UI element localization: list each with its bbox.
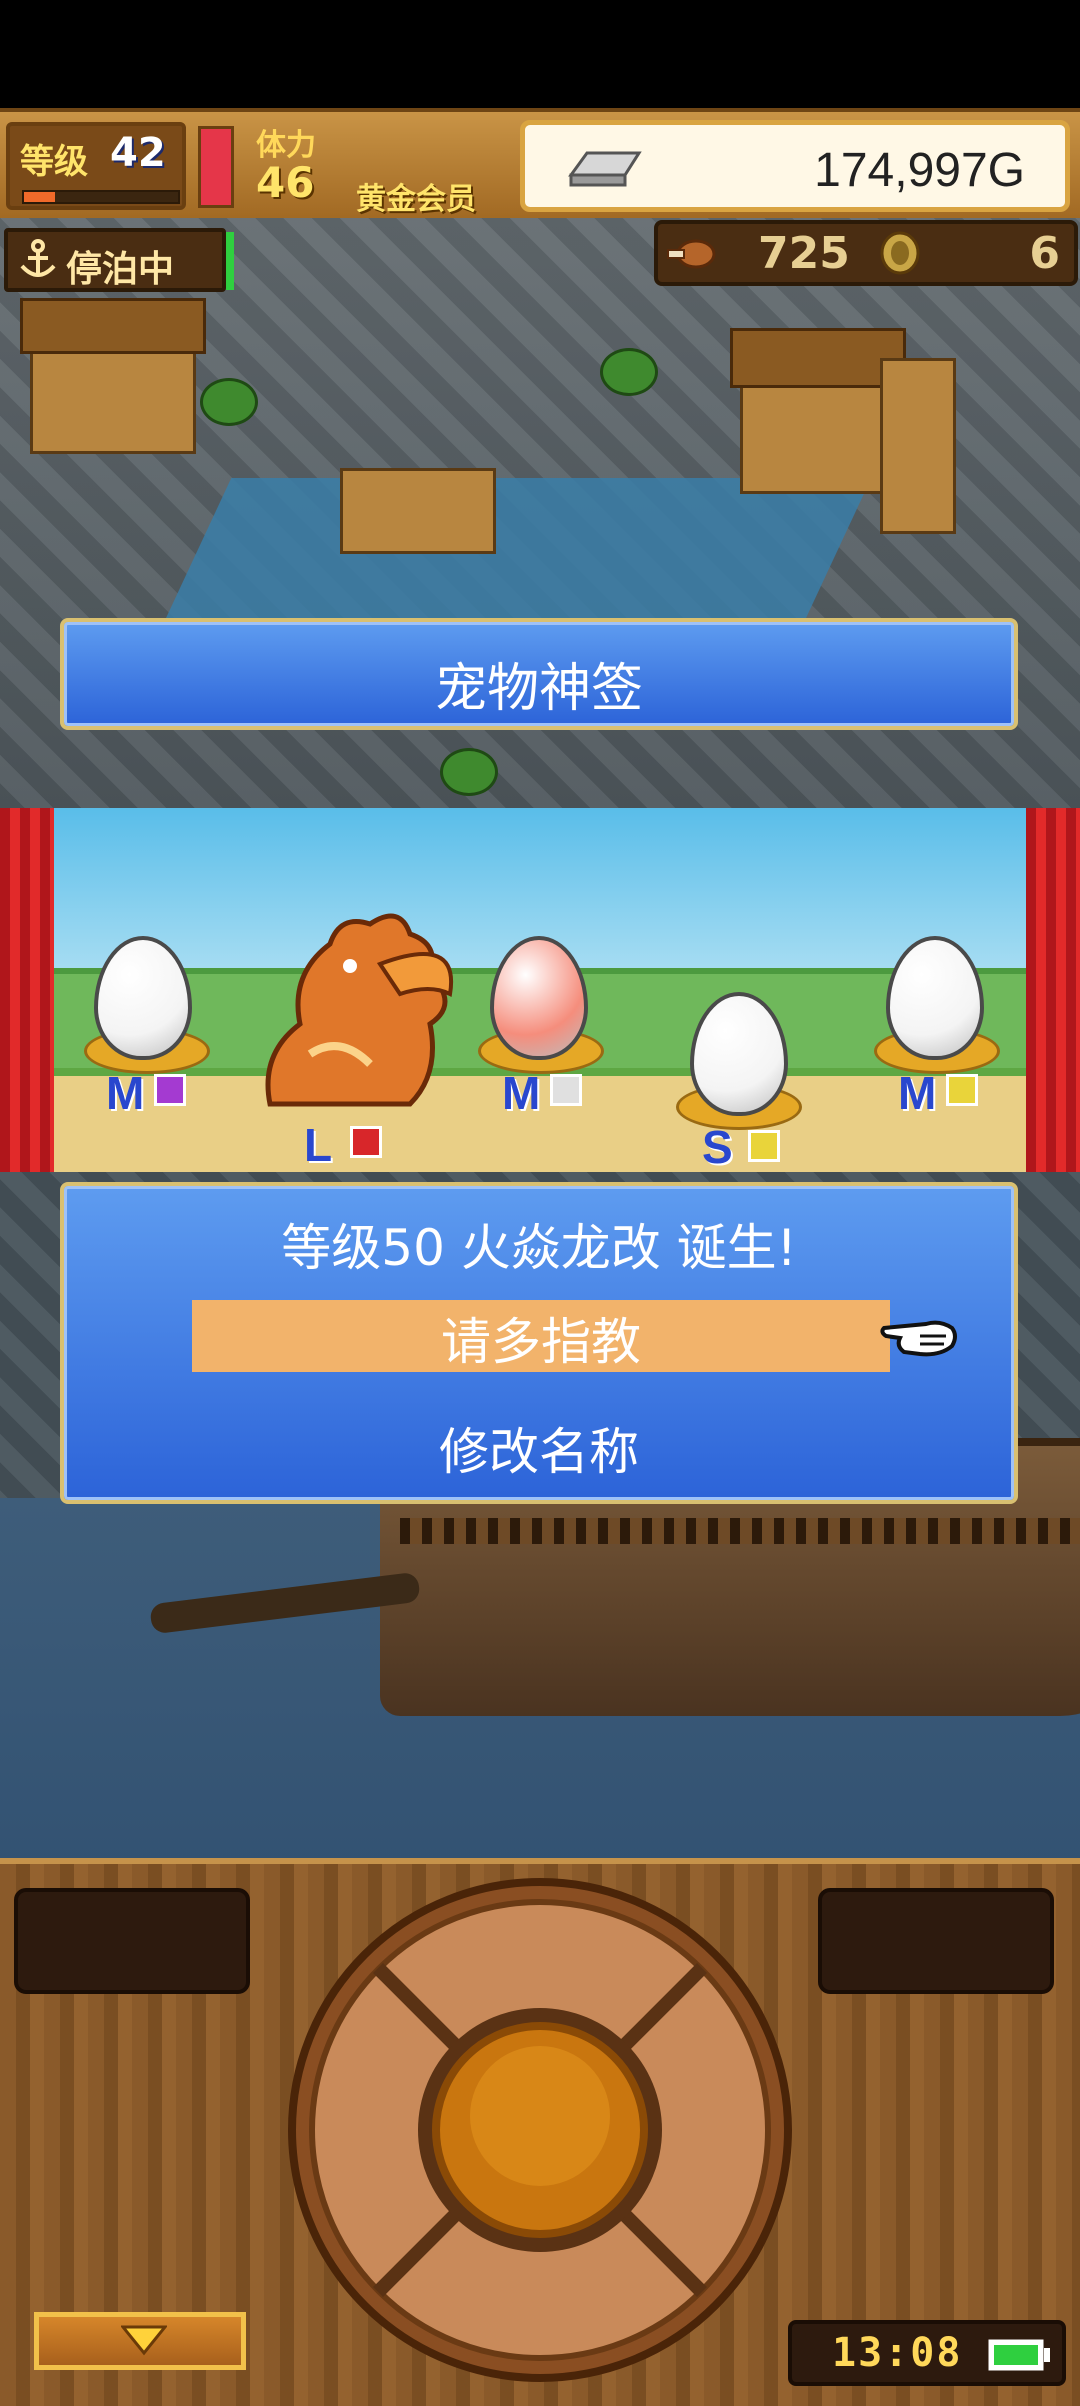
battery-icon [988, 2339, 1050, 2371]
gacha-title: 宠物神签 [434, 659, 643, 719]
gacha-title-panel: 宠物神签 [60, 618, 1018, 730]
anchored-indicator [226, 232, 234, 290]
stamina-value: 46 [256, 158, 315, 207]
anchored-badge[interactable]: 停泊中 [4, 228, 226, 292]
tree [600, 348, 658, 396]
chevron-down-icon [121, 2325, 167, 2356]
pet-element-icon [946, 1074, 978, 1106]
tree [200, 378, 258, 426]
food-count: 725 [758, 228, 850, 279]
left-slot-button[interactable] [14, 1888, 250, 1994]
resource-bar[interactable]: 725 6 [654, 220, 1078, 286]
pet-size-label: M [106, 1067, 145, 1119]
pet-size-label: M [502, 1067, 541, 1119]
pet-size-label: S [702, 1121, 733, 1172]
rename-button[interactable]: 修改名称 [60, 1412, 1018, 1484]
stamina-gauge [198, 126, 234, 208]
status-hud: 等级 42 体力 46 黄金会员 174,997G [0, 108, 1080, 226]
clock-panel: 13:08 [788, 2320, 1066, 2386]
fire-dragon-pet[interactable] [230, 904, 460, 1124]
curtain-right [1026, 808, 1080, 1172]
pet-size-label: M [898, 1067, 937, 1119]
level-label: 等级 [20, 142, 88, 182]
pet-pen: M L M S M [0, 808, 1080, 1172]
anchored-label: 停泊中 [66, 249, 175, 290]
right-slot-button[interactable] [818, 1888, 1054, 1994]
stamina-gauge-fill [201, 129, 231, 205]
food-icon [667, 239, 716, 269]
accept-button[interactable]: 请多指教 [192, 1302, 890, 1374]
level-value: 42 [110, 130, 166, 176]
medal-count: 6 [1029, 228, 1060, 279]
hand-pointer-icon [880, 1320, 957, 1357]
gold-panel[interactable]: 174,997G [520, 120, 1070, 212]
membership-badge: 黄金会员 [356, 182, 476, 217]
menu-toggle-button[interactable] [34, 2312, 246, 2370]
pet-element-icon [154, 1074, 186, 1106]
hatch-message: 等级50 火焱龙改 诞生! [281, 1219, 797, 1277]
level-progress-bar [22, 190, 180, 204]
pet-element-icon [350, 1126, 382, 1158]
windmill-tower [880, 358, 956, 534]
dpad[interactable] [286, 1876, 794, 2384]
clock-time: 13:08 [832, 2330, 963, 2376]
ship-railing [400, 1518, 1080, 1544]
tree [440, 748, 498, 796]
silver-bar-icon [568, 151, 642, 187]
anchor-icon [20, 239, 56, 277]
level-progress-fill [24, 192, 55, 202]
pet-stall [340, 468, 496, 554]
pet-size-label: L [304, 1119, 333, 1171]
roof-left [20, 298, 206, 354]
pet-element-icon [748, 1130, 780, 1162]
medal-icon [880, 231, 920, 275]
curtain-left [0, 808, 54, 1172]
top-black-area [0, 0, 1080, 108]
gold-amount: 174,997G [814, 144, 1025, 197]
level-panel: 等级 42 [6, 122, 186, 210]
pet-element-icon [550, 1074, 582, 1106]
